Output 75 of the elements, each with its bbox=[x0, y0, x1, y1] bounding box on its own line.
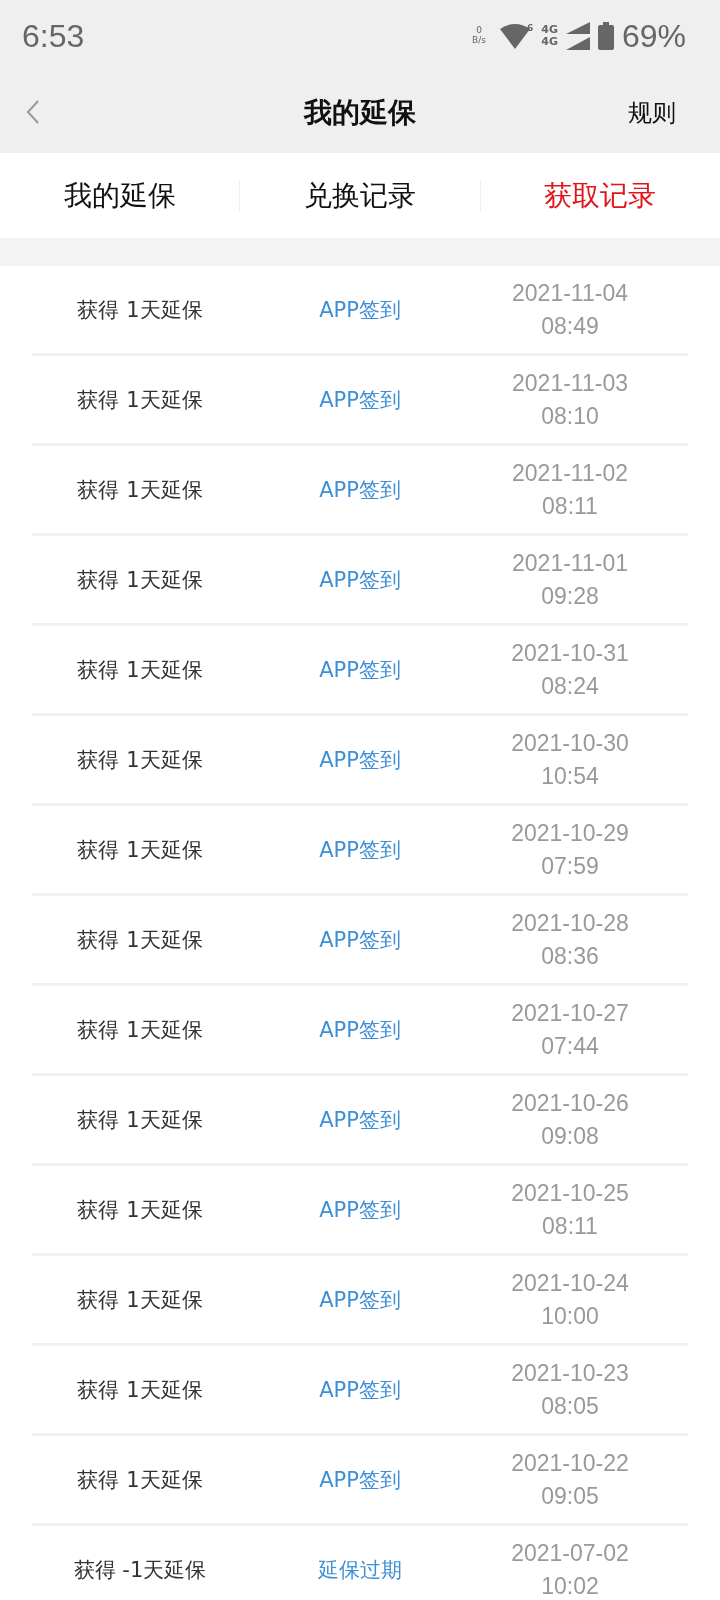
record-date: 2021-10-22 bbox=[511, 1449, 629, 1479]
page-title: 我的延保 bbox=[304, 94, 416, 131]
record-time: 10:02 bbox=[541, 1571, 599, 1600]
record-time: 08:49 bbox=[541, 311, 599, 341]
record-time: 08:10 bbox=[541, 401, 599, 431]
record-date: 2021-10-25 bbox=[511, 1179, 629, 1209]
record-amount: 获得 1天延保 bbox=[77, 1016, 203, 1044]
record-date: 2021-11-04 bbox=[512, 279, 628, 309]
tab[interactable]: 获取记录 bbox=[480, 176, 720, 215]
record-time: 09:05 bbox=[541, 1481, 599, 1511]
record-date: 2021-10-23 bbox=[511, 1359, 629, 1389]
record-date: 2021-10-28 bbox=[511, 909, 629, 939]
net-speed-unit: B/s bbox=[472, 36, 486, 46]
network-type: 4G bbox=[541, 24, 558, 36]
record-source: APP签到 bbox=[319, 1376, 401, 1404]
net-speed-value: 0 bbox=[476, 26, 482, 36]
record-date: 2021-10-31 bbox=[511, 639, 629, 669]
record-amount: 获得 1天延保 bbox=[77, 926, 203, 954]
record-date: 2021-11-01 bbox=[512, 549, 628, 579]
record-amount: 获得 1天延保 bbox=[77, 1376, 203, 1404]
record-date: 2021-11-02 bbox=[512, 459, 628, 489]
record-time: 07:44 bbox=[541, 1031, 599, 1061]
tab[interactable]: 兑换记录 bbox=[240, 176, 480, 215]
battery-percent: 69% bbox=[621, 17, 686, 55]
record-source: APP签到 bbox=[319, 926, 401, 954]
record-source: APP签到 bbox=[319, 836, 401, 864]
record-date: 2021-10-30 bbox=[511, 729, 629, 759]
back-icon[interactable] bbox=[26, 100, 40, 124]
record-amount: 获得 1天延保 bbox=[77, 836, 203, 864]
record-date: 2021-07-02 bbox=[511, 1539, 629, 1569]
record-date: 2021-11-03 bbox=[512, 369, 628, 399]
record-source: APP签到 bbox=[319, 566, 401, 594]
record-source: 延保过期 bbox=[318, 1556, 402, 1584]
record-amount: 获得 1天延保 bbox=[77, 1286, 203, 1314]
record-source: APP签到 bbox=[319, 656, 401, 684]
battery-icon bbox=[597, 22, 614, 50]
record-date: 2021-10-26 bbox=[511, 1089, 629, 1119]
status-time: 6:53 bbox=[22, 17, 85, 55]
record-source: APP签到 bbox=[319, 746, 401, 774]
record-source: APP签到 bbox=[319, 296, 401, 324]
tab[interactable]: 我的延保 bbox=[0, 176, 240, 215]
record-time: 10:00 bbox=[541, 1301, 599, 1331]
record-amount: 获得 1天延保 bbox=[77, 476, 203, 504]
signal-icon bbox=[565, 22, 590, 50]
record-source: APP签到 bbox=[319, 1106, 401, 1134]
record-amount: 获得 1天延保 bbox=[77, 386, 203, 414]
record-source: APP签到 bbox=[319, 1196, 401, 1224]
record-source: APP签到 bbox=[319, 386, 401, 414]
record-amount: 获得 1天延保 bbox=[77, 296, 203, 324]
record-amount: 获得 1天延保 bbox=[77, 1106, 203, 1134]
record-source: APP签到 bbox=[319, 1016, 401, 1044]
record-source: APP签到 bbox=[319, 1286, 401, 1314]
wifi-label: 6 bbox=[527, 23, 534, 33]
rules-link[interactable]: 规则 bbox=[628, 96, 676, 129]
record-amount: 获得 -1天延保 bbox=[73, 1556, 207, 1584]
record-date: 2021-10-29 bbox=[511, 819, 629, 849]
record-amount: 获得 1天延保 bbox=[77, 1466, 203, 1494]
record-time: 08:11 bbox=[542, 491, 598, 521]
record-time: 10:54 bbox=[541, 761, 599, 791]
record-time: 08:36 bbox=[541, 941, 599, 971]
record-source: APP签到 bbox=[319, 1466, 401, 1494]
record-time: 07:59 bbox=[541, 851, 599, 881]
record-amount: 获得 1天延保 bbox=[77, 1196, 203, 1224]
record-date: 2021-10-27 bbox=[511, 999, 629, 1029]
record-date: 2021-10-24 bbox=[511, 1269, 629, 1299]
record-amount: 获得 1天延保 bbox=[77, 566, 203, 594]
record-time: 09:28 bbox=[541, 581, 599, 611]
record-time: 08:11 bbox=[542, 1211, 598, 1241]
record-time: 08:05 bbox=[541, 1391, 599, 1421]
record-amount: 获得 1天延保 bbox=[77, 656, 203, 684]
record-time: 08:24 bbox=[541, 671, 599, 701]
record-source: APP签到 bbox=[319, 476, 401, 504]
record-time: 09:08 bbox=[541, 1121, 599, 1151]
record-amount: 获得 1天延保 bbox=[77, 746, 203, 774]
network-type: 4G bbox=[541, 36, 558, 48]
